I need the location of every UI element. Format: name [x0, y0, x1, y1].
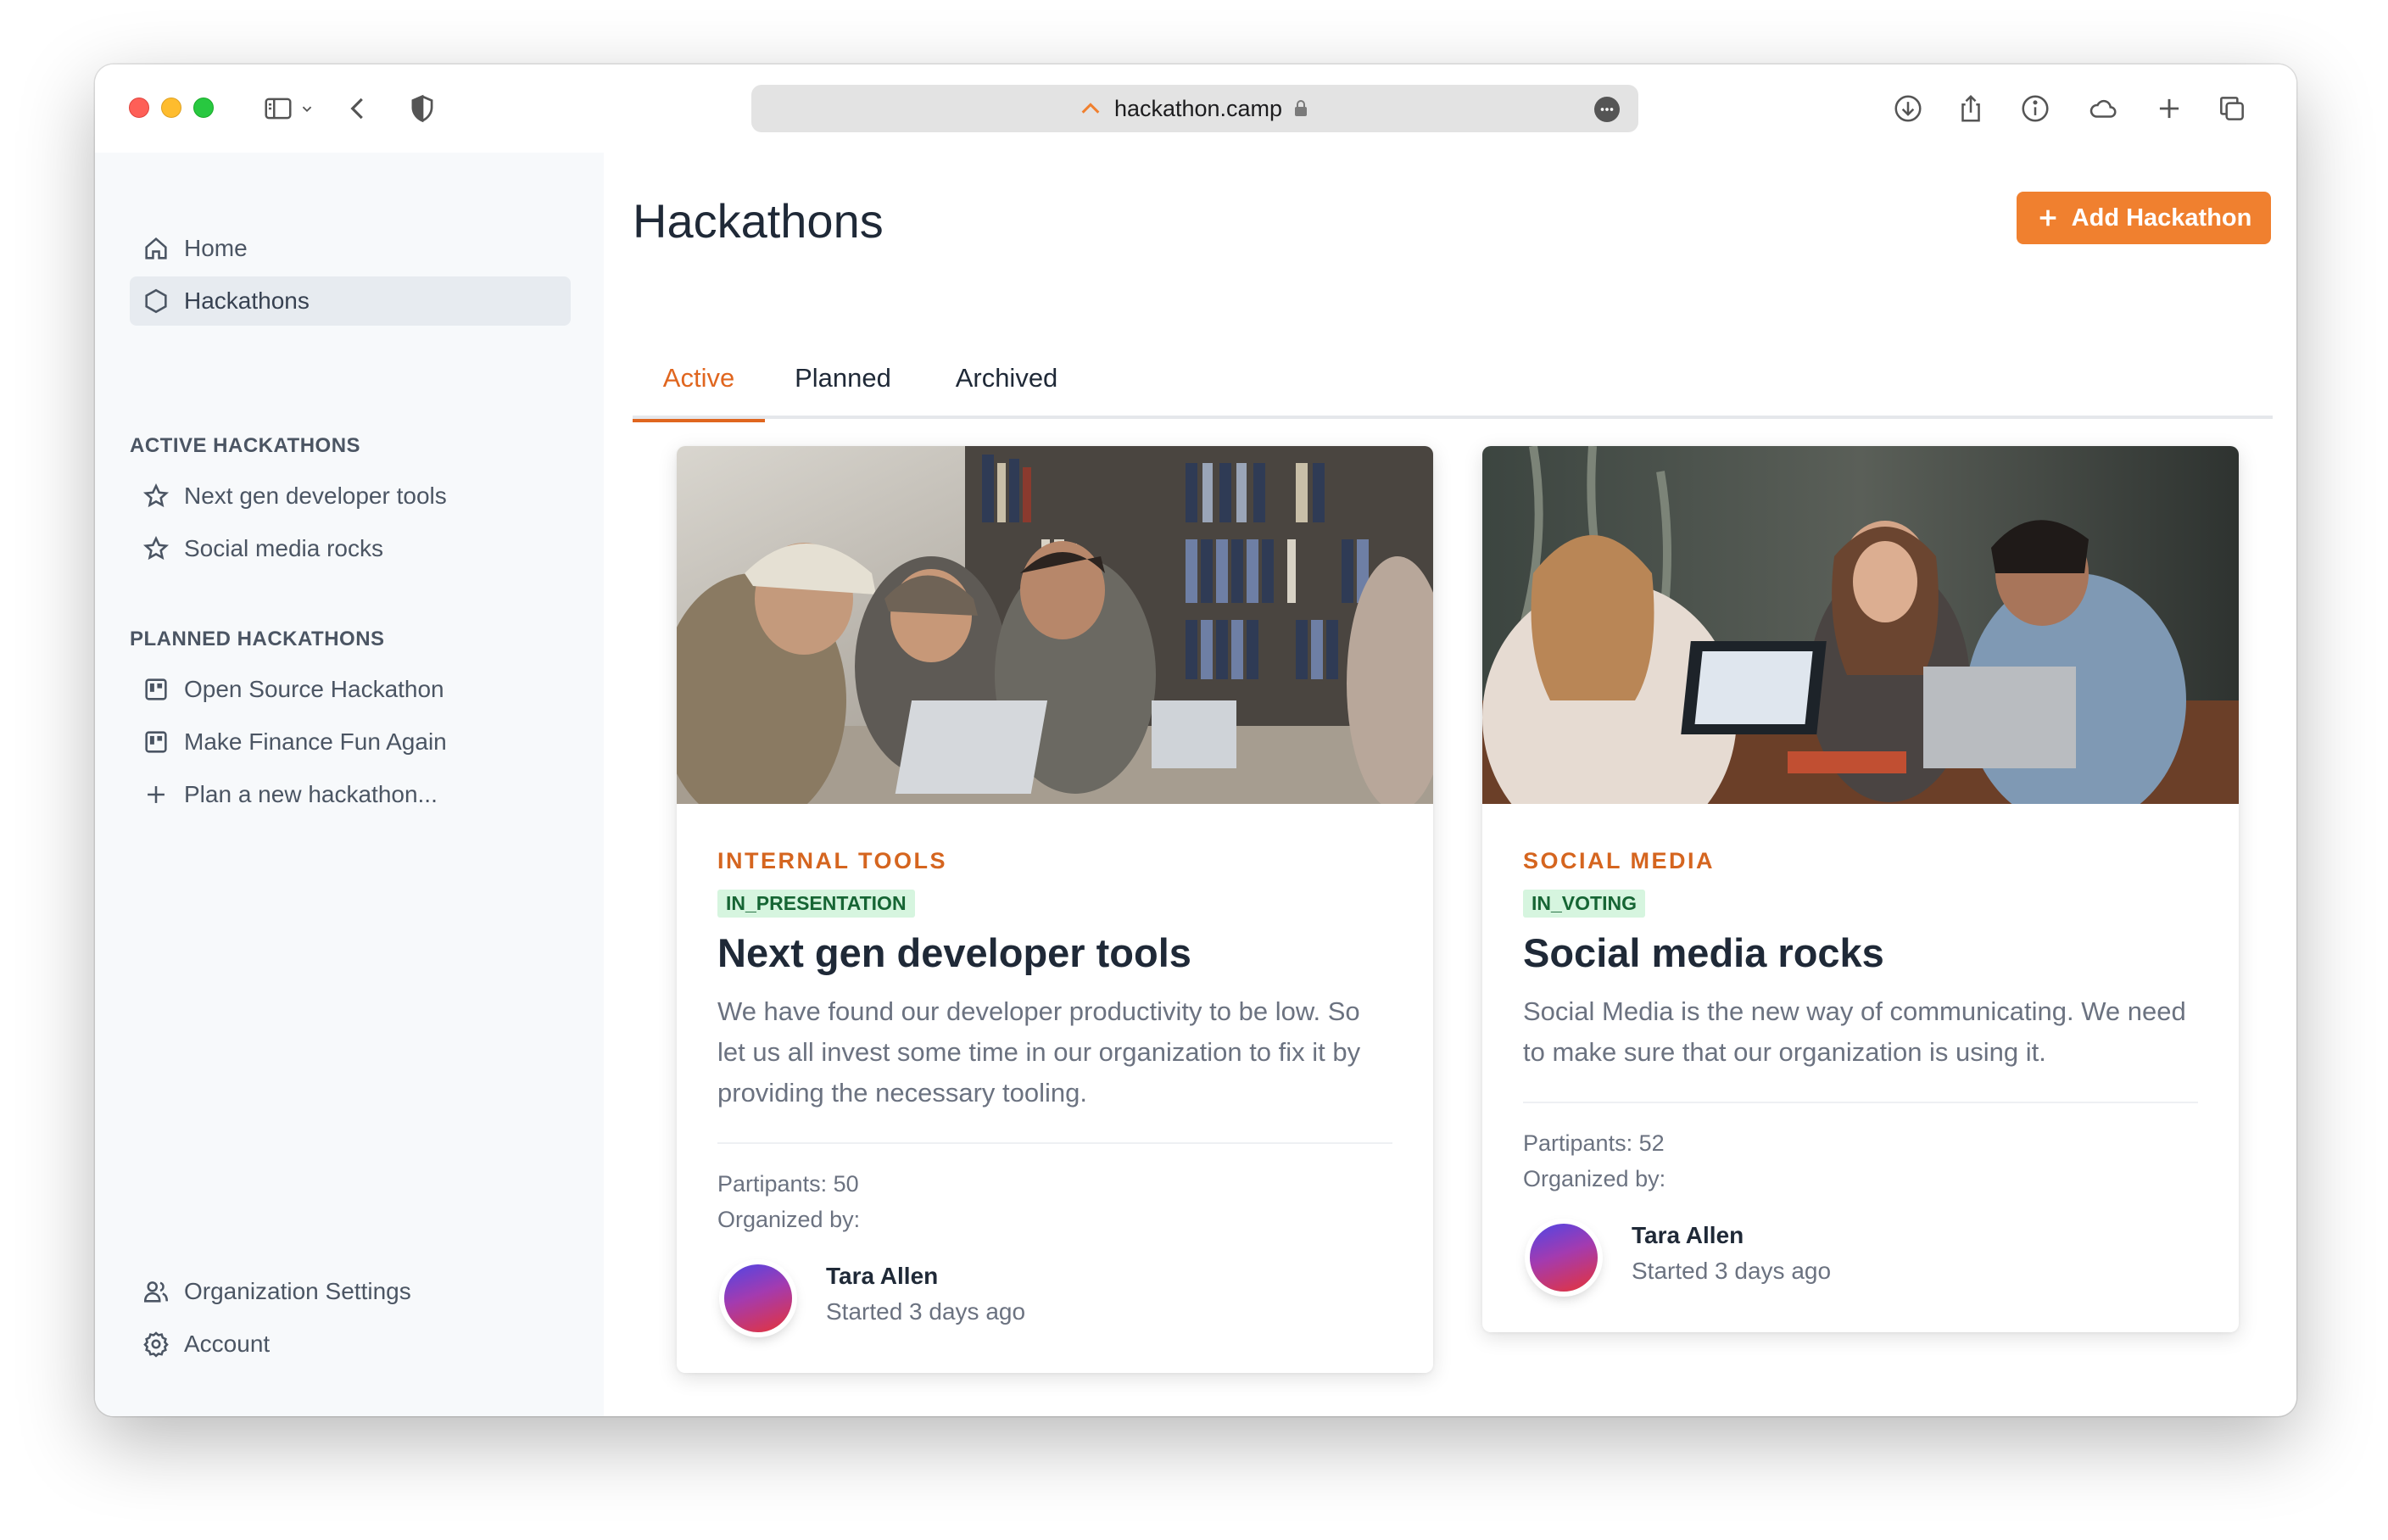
chevron-down-icon[interactable]: [297, 92, 317, 126]
card-image-friends-with-laptops: [1482, 446, 2239, 804]
card-category: INTERNAL TOOLS: [717, 848, 948, 873]
sidebar-item-account[interactable]: Account: [130, 1320, 571, 1369]
url-text: hackathon.camp: [1113, 95, 1283, 121]
card-image-team-in-library: [677, 446, 1433, 804]
info-icon[interactable]: [2018, 92, 2052, 126]
share-icon[interactable]: [1954, 92, 1988, 126]
shield-icon[interactable]: [405, 92, 439, 126]
download-icon[interactable]: [1891, 92, 1925, 126]
card-title[interactable]: Next gen developer tools: [717, 929, 1392, 976]
sidebar-item-label: Next gen developer tools: [184, 483, 447, 509]
planned-hackathons-heading: PLANNED HACKATHONS: [130, 628, 385, 650]
page-title: Hackathons: [633, 194, 884, 248]
cloud-icon[interactable]: [2086, 92, 2120, 126]
hackathon-card[interactable]: SOCIAL MEDIA IN_VOTING Social media rock…: [1482, 446, 2239, 1332]
card-meta: Partipants: 50 Organized by:: [717, 1166, 1392, 1237]
sidebar: Home Hackathons ACTIVE HACKATHONS Next g…: [95, 153, 604, 1416]
zoom-window-button[interactable]: [193, 98, 214, 118]
card-title[interactable]: Social media rocks: [1523, 929, 2198, 976]
users-icon: [143, 1281, 169, 1303]
organizer-name: Tara Allen: [826, 1263, 939, 1289]
tab-planned[interactable]: Planned: [765, 338, 921, 419]
sidebar-item-label: Home: [184, 235, 248, 261]
sidebar-item-organization-settings[interactable]: Organization Settings: [130, 1267, 571, 1316]
organizer-name: Tara Allen: [1632, 1222, 1744, 1248]
card-category: SOCIAL MEDIA: [1523, 848, 1716, 873]
site-favicon-icon: [1081, 103, 1100, 114]
board-icon: [145, 678, 167, 700]
browser-window: hackathon.camp Home Hackathons ACTIVE HA…: [95, 64, 2296, 1416]
sidebar-item-label: Open Source Hackathon: [184, 676, 444, 702]
sidebar-item-open-source-hackathon[interactable]: Open Source Hackathon: [130, 665, 571, 714]
new-tab-icon[interactable]: [2152, 92, 2186, 126]
plus-icon: [148, 786, 165, 803]
board-icon: [145, 731, 167, 753]
browser-toolbar: hackathon.camp: [95, 64, 2296, 153]
sidebar-item-home[interactable]: Home: [130, 224, 571, 273]
gear-icon: [143, 1331, 169, 1358]
card-body: INTERNAL TOOLS IN_PRESENTATION Next gen …: [677, 804, 1433, 1373]
sidebar-item-label: Social media rocks: [184, 535, 383, 561]
sidebar-item-label: Make Finance Fun Again: [184, 728, 447, 755]
add-hackathon-button[interactable]: Add Hackathon: [2017, 192, 2271, 244]
sidebar-item-label: Organization Settings: [184, 1278, 411, 1304]
participants-count: Partipants: 50: [717, 1171, 859, 1197]
organizer: Tara Allen Started 3 days ago: [717, 1246, 1392, 1373]
sidebar-item-label: Plan a new hackathon...: [184, 781, 438, 807]
card-divider: [1523, 1102, 2198, 1103]
sidebar-item-social-media-rocks[interactable]: Social media rocks: [130, 524, 571, 573]
star-icon: [142, 483, 170, 508]
add-hackathon-label: Add Hackathon: [2071, 204, 2252, 232]
close-window-button[interactable]: [129, 98, 149, 118]
sidebar-item-make-finance-fun-again[interactable]: Make Finance Fun Again: [130, 717, 571, 767]
hackathon-card[interactable]: INTERNAL TOOLS IN_PRESENTATION Next gen …: [677, 446, 1433, 1373]
avatar: [1530, 1224, 1598, 1292]
organized-by-label: Organized by:: [1523, 1166, 1666, 1191]
home-icon: [145, 237, 167, 259]
status-badge: IN_PRESENTATION: [717, 890, 915, 918]
tab-active[interactable]: Active: [633, 338, 765, 422]
hackathon-tabs: Active Planned Archived: [633, 338, 2273, 422]
minimize-window-button[interactable]: [161, 98, 181, 118]
card-body: SOCIAL MEDIA IN_VOTING Social media rock…: [1482, 804, 2239, 1332]
started-time: Started 3 days ago: [826, 1298, 1026, 1325]
tab-overview-icon[interactable]: [2215, 92, 2249, 126]
more-options-icon[interactable]: [1594, 97, 1620, 122]
sidebar-item-plan-new-hackathon[interactable]: Plan a new hackathon...: [130, 770, 571, 819]
address-bar[interactable]: hackathon.camp: [751, 85, 1638, 132]
star-icon: [142, 535, 170, 561]
organized-by-label: Organized by:: [717, 1207, 861, 1232]
sidebar-item-label: Hackathons: [184, 287, 310, 314]
hexagon-icon: [145, 288, 167, 314]
participants-count: Partipants: 52: [1523, 1130, 1665, 1156]
back-icon[interactable]: [341, 92, 375, 126]
started-time: Started 3 days ago: [1632, 1258, 1832, 1284]
active-hackathons-heading: ACTIVE HACKATHONS: [130, 434, 361, 457]
sidebar-item-hackathons[interactable]: Hackathons: [130, 276, 571, 326]
avatar: [724, 1264, 792, 1332]
lock-icon: [1295, 100, 1308, 116]
plus-icon: [2039, 209, 2056, 226]
tab-archived[interactable]: Archived: [921, 338, 1092, 419]
card-meta: Partipants: 52 Organized by:: [1523, 1125, 2198, 1197]
card-description: We have found our developer productivity…: [717, 996, 1361, 1108]
status-badge: IN_VOTING: [1523, 890, 1645, 918]
sidebar-toggle-icon[interactable]: [261, 92, 295, 126]
card-description: Social Media is the new way of communica…: [1523, 996, 2186, 1067]
sidebar-item-next-gen-developer-tools[interactable]: Next gen developer tools: [130, 471, 571, 521]
organizer: Tara Allen Started 3 days ago: [1523, 1205, 2198, 1332]
sidebar-item-label: Account: [184, 1331, 271, 1357]
card-divider: [717, 1142, 1392, 1144]
